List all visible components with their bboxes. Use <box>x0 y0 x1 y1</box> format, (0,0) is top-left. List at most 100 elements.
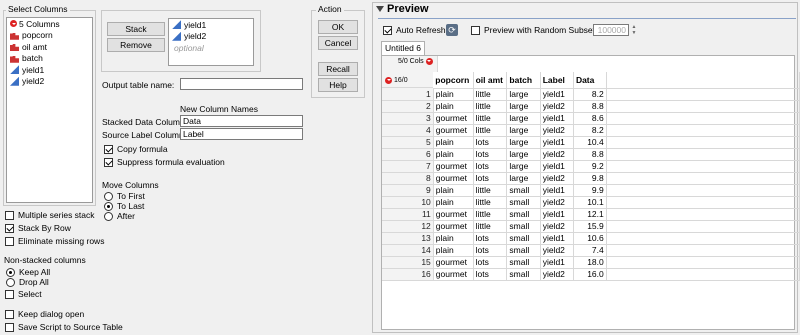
tab-untitled[interactable]: Untitled 6 <box>381 41 425 55</box>
select-columns-list[interactable]: 5 Columns popcorn oil amt batch yield1 yield… <box>6 17 93 203</box>
column-list-item[interactable]: popcorn <box>7 30 92 42</box>
cancel-button[interactable]: Cancel <box>318 36 358 50</box>
column-list-item[interactable]: batch <box>7 53 92 65</box>
column-header[interactable]: batch <box>506 72 541 89</box>
row-number[interactable]: 7 <box>382 160 434 173</box>
keep-dialog-open-checkbox[interactable]: Keep dialog open <box>5 309 84 319</box>
radio-off-icon[interactable] <box>6 277 15 287</box>
red-triangle-menu-icon[interactable] <box>425 58 433 65</box>
row-number[interactable]: 14 <box>382 244 434 257</box>
random-subset-checkbox[interactable]: Preview with Random Subset <box>471 25 595 35</box>
subset-size-input[interactable]: 100000 <box>593 24 629 36</box>
table-cell: small <box>506 220 541 233</box>
checkbox-checked-icon[interactable] <box>104 144 113 154</box>
table-cell: yield1 <box>540 232 574 245</box>
stack-item[interactable]: yield1 <box>169 19 253 31</box>
table-row[interactable]: 10 plain little small yield2 10.1 <box>382 196 800 209</box>
row-number[interactable]: 5 <box>382 136 434 149</box>
row-number[interactable]: 4 <box>382 124 434 137</box>
row-number[interactable]: 11 <box>382 208 434 221</box>
remove-button[interactable]: Remove <box>107 38 165 52</box>
multiple-series-checkbox[interactable]: Multiple series stack <box>5 210 95 220</box>
row-number[interactable]: 12 <box>382 220 434 233</box>
checkbox-icon[interactable] <box>5 289 14 299</box>
checkbox-icon[interactable] <box>5 309 14 319</box>
stack-columns-button[interactable]: Stack Columns <box>107 22 165 46</box>
output-table-input[interactable] <box>180 78 303 90</box>
collapse-triangle-icon[interactable] <box>376 6 384 12</box>
row-number[interactable]: 15 <box>382 256 434 269</box>
table-row[interactable]: 16 gourmet lots small yield2 16.0 <box>382 268 800 281</box>
suppress-formula-checkbox[interactable]: Suppress formula evaluation <box>104 157 225 167</box>
table-cell: large <box>506 148 541 161</box>
table-row[interactable]: 4 gourmet little large yield2 8.2 <box>382 124 800 137</box>
column-list-item[interactable]: yield1 <box>7 64 92 76</box>
save-script-checkbox[interactable]: Save Script to Source Table <box>5 322 123 332</box>
row-number[interactable]: 13 <box>382 232 434 245</box>
table-row[interactable]: 9 plain little small yield1 9.9 <box>382 184 800 197</box>
eliminate-missing-checkbox[interactable]: Eliminate missing rows <box>5 236 104 246</box>
select-checkbox[interactable]: Select <box>5 289 42 299</box>
select-columns-title: Select Columns <box>6 4 70 14</box>
columns-count-header[interactable]: 5 Columns <box>7 18 92 30</box>
column-list-item[interactable]: oil amt <box>7 41 92 53</box>
checkbox-icon[interactable] <box>471 25 480 35</box>
red-triangle-menu-icon[interactable] <box>10 20 17 28</box>
radio-to-last[interactable]: To Last <box>104 201 144 211</box>
row-number[interactable]: 1 <box>382 88 434 101</box>
auto-refresh-checkbox[interactable]: Auto Refresh <box>383 25 446 35</box>
checkbox-icon[interactable] <box>5 236 14 246</box>
copy-formula-checkbox[interactable]: Copy formula <box>104 144 168 154</box>
table-row[interactable]: 2 plain little large yield2 8.8 <box>382 100 800 113</box>
checkbox-checked-icon[interactable] <box>5 223 14 233</box>
checkbox-icon[interactable] <box>5 322 14 332</box>
row-number[interactable]: 6 <box>382 148 434 161</box>
subset-spinner[interactable]: ▲ ▼ <box>630 24 638 36</box>
radio-after[interactable]: After <box>104 211 135 221</box>
table-cell: large <box>506 160 541 173</box>
table-row[interactable]: 3 gourmet little large yield1 8.6 <box>382 112 800 125</box>
radio-on-icon[interactable] <box>104 201 113 211</box>
radio-off-icon[interactable] <box>104 191 113 201</box>
column-header[interactable]: popcorn <box>433 72 474 89</box>
recall-button[interactable]: Recall <box>318 62 358 76</box>
radio-off-icon[interactable] <box>104 211 113 221</box>
table-row[interactable]: 5 plain lots large yield1 10.4 <box>382 136 800 149</box>
column-header[interactable]: Data <box>573 72 607 89</box>
help-button[interactable]: Help <box>318 78 358 92</box>
radio-keep-all[interactable]: Keep All <box>6 267 50 277</box>
stack-columns-list[interactable]: yield1 yield2 optional <box>168 18 254 66</box>
refresh-icon[interactable]: ⟳ <box>446 24 458 36</box>
row-number[interactable]: 3 <box>382 112 434 125</box>
row-number[interactable]: 8 <box>382 172 434 185</box>
table-row[interactable]: 1 plain little large yield1 8.2 <box>382 88 800 101</box>
checkbox-checked-icon[interactable] <box>383 25 392 35</box>
radio-drop-all[interactable]: Drop All <box>6 277 49 287</box>
radio-on-icon[interactable] <box>6 267 15 277</box>
table-row[interactable]: 12 gourmet little small yield2 15.9 <box>382 220 800 233</box>
source-label-input[interactable]: Label <box>180 128 303 140</box>
row-number[interactable]: 10 <box>382 196 434 209</box>
table-cell: 8.2 <box>573 124 607 137</box>
table-row[interactable]: 11 gourmet little small yield1 12.1 <box>382 208 800 221</box>
radio-to-first[interactable]: To First <box>104 191 145 201</box>
row-number[interactable]: 9 <box>382 184 434 197</box>
checkbox-checked-icon[interactable] <box>104 157 113 167</box>
table-row[interactable]: 13 plain lots small yield1 10.6 <box>382 232 800 245</box>
row-number[interactable]: 2 <box>382 100 434 113</box>
column-header[interactable]: oil amt <box>473 72 508 89</box>
table-row[interactable]: 6 plain lots large yield2 8.8 <box>382 148 800 161</box>
column-list-item[interactable]: yield2 <box>7 76 92 88</box>
table-row[interactable]: 14 plain lots small yield2 7.4 <box>382 244 800 257</box>
table-row[interactable]: 8 gourmet lots large yield2 9.8 <box>382 172 800 185</box>
stack-by-row-checkbox[interactable]: Stack By Row <box>5 223 71 233</box>
table-row[interactable]: 15 gourmet lots small yield1 18.0 <box>382 256 800 269</box>
stacked-data-input[interactable]: Data <box>180 115 303 127</box>
ok-button[interactable]: OK <box>318 20 358 34</box>
table-row[interactable]: 7 gourmet lots large yield1 9.2 <box>382 160 800 173</box>
column-header[interactable]: Label <box>540 72 574 89</box>
checkbox-icon[interactable] <box>5 210 14 220</box>
cols-badge[interactable]: 5/0 Cols <box>398 58 435 65</box>
stack-item[interactable]: yield2 <box>169 31 253 43</box>
row-number[interactable]: 16 <box>382 268 434 281</box>
